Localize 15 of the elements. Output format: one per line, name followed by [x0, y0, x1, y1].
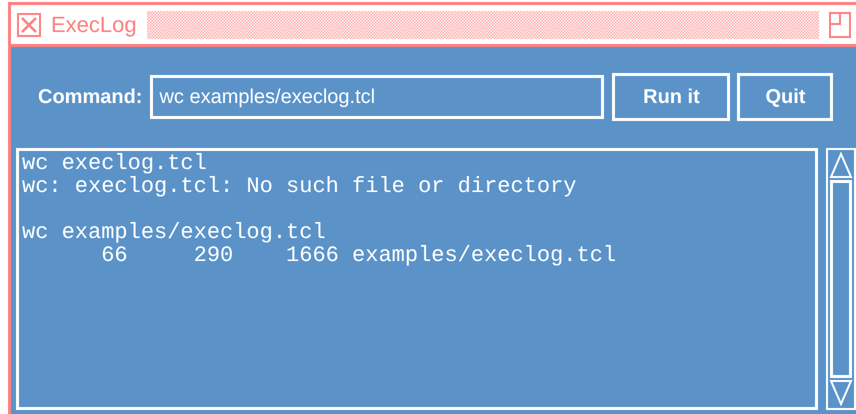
close-icon[interactable] [17, 12, 41, 36]
action-button[interactable]: Run it [612, 73, 730, 121]
log-line: wc: execlog.tcl: No such file or directory [22, 175, 576, 198]
scroll-down-icon[interactable] [828, 378, 854, 408]
log-line: 66 290 1666 examples/execlog.tcl [100, 244, 616, 267]
log-line: wc examples/execlog.tcl [22, 221, 326, 244]
resize-icon[interactable] [829, 12, 851, 38]
scroll-up-icon[interactable] [828, 150, 854, 180]
window-title: ExecLog [51, 14, 137, 36]
scrollbar[interactable] [826, 148, 856, 410]
action-button[interactable]: Quit [737, 73, 834, 121]
scroll-thumb[interactable] [830, 180, 852, 378]
command-field[interactable]: wc examples/execlog.tcl [150, 75, 604, 119]
command-label: Command: [38, 85, 142, 110]
log-line: wc execlog.tcl [22, 152, 207, 175]
